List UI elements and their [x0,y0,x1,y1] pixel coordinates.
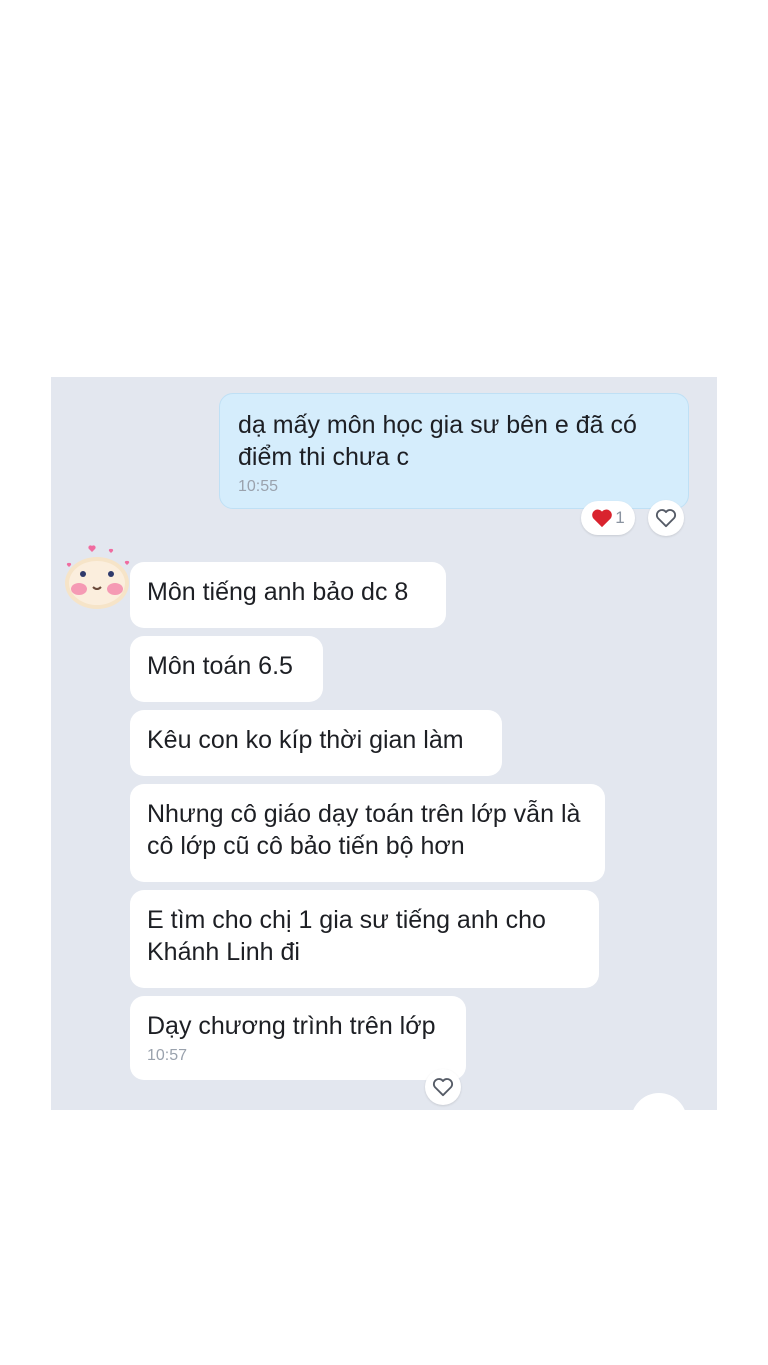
incoming-message-bubble[interactable]: Môn toán 6.5 [130,636,323,702]
chat-panel: dạ mấy môn học gia sư bên e đã có điểm t… [51,377,717,1110]
outgoing-message-bubble[interactable]: dạ mấy môn học gia sư bên e đã có điểm t… [219,393,689,509]
message-text: Môn tiếng anh bảo dc 8 [147,578,409,606]
reaction-count: 1 [615,508,625,527]
incoming-message-bubble[interactable]: Môn tiếng anh bảo dc 8 [130,562,446,628]
message-text: E tìm cho chị 1 gia sư tiếng anh cho Khá… [147,906,546,966]
incoming-message-bubble[interactable]: Kêu con ko kíp thời gian làm [130,710,502,776]
like-button[interactable] [648,500,684,536]
incoming-message-bubble[interactable]: Dạy chương trình trên lớp 10:57 [130,996,466,1080]
heart-outline-icon [432,1078,454,1097]
incoming-message-bubble[interactable]: E tìm cho chị 1 gia sư tiếng anh cho Khá… [130,890,599,988]
message-text: Nhưng cô giáo dạy toán trên lớp vẫn là c… [147,800,581,860]
reaction-pill[interactable]: 1 [581,501,635,535]
avatar-sticker-icon [65,545,130,609]
heart-icon [592,509,613,528]
sender-avatar[interactable] [59,543,135,613]
message-text: Kêu con ko kíp thời gian làm [147,726,464,754]
message-text: Môn toán 6.5 [147,652,293,680]
message-time: 10:55 [238,478,279,495]
message-text: Dạy chương trình trên lớp [147,1012,436,1040]
message-time: 10:57 [147,1047,188,1064]
incoming-message-bubble[interactable]: Nhưng cô giáo dạy toán trên lớp vẫn là c… [130,784,605,882]
message-text: dạ mấy môn học gia sư bên e đã có điểm t… [238,411,637,471]
like-button[interactable] [425,1069,461,1105]
scroll-down-button[interactable] [631,1093,687,1110]
heart-outline-icon [655,509,677,528]
